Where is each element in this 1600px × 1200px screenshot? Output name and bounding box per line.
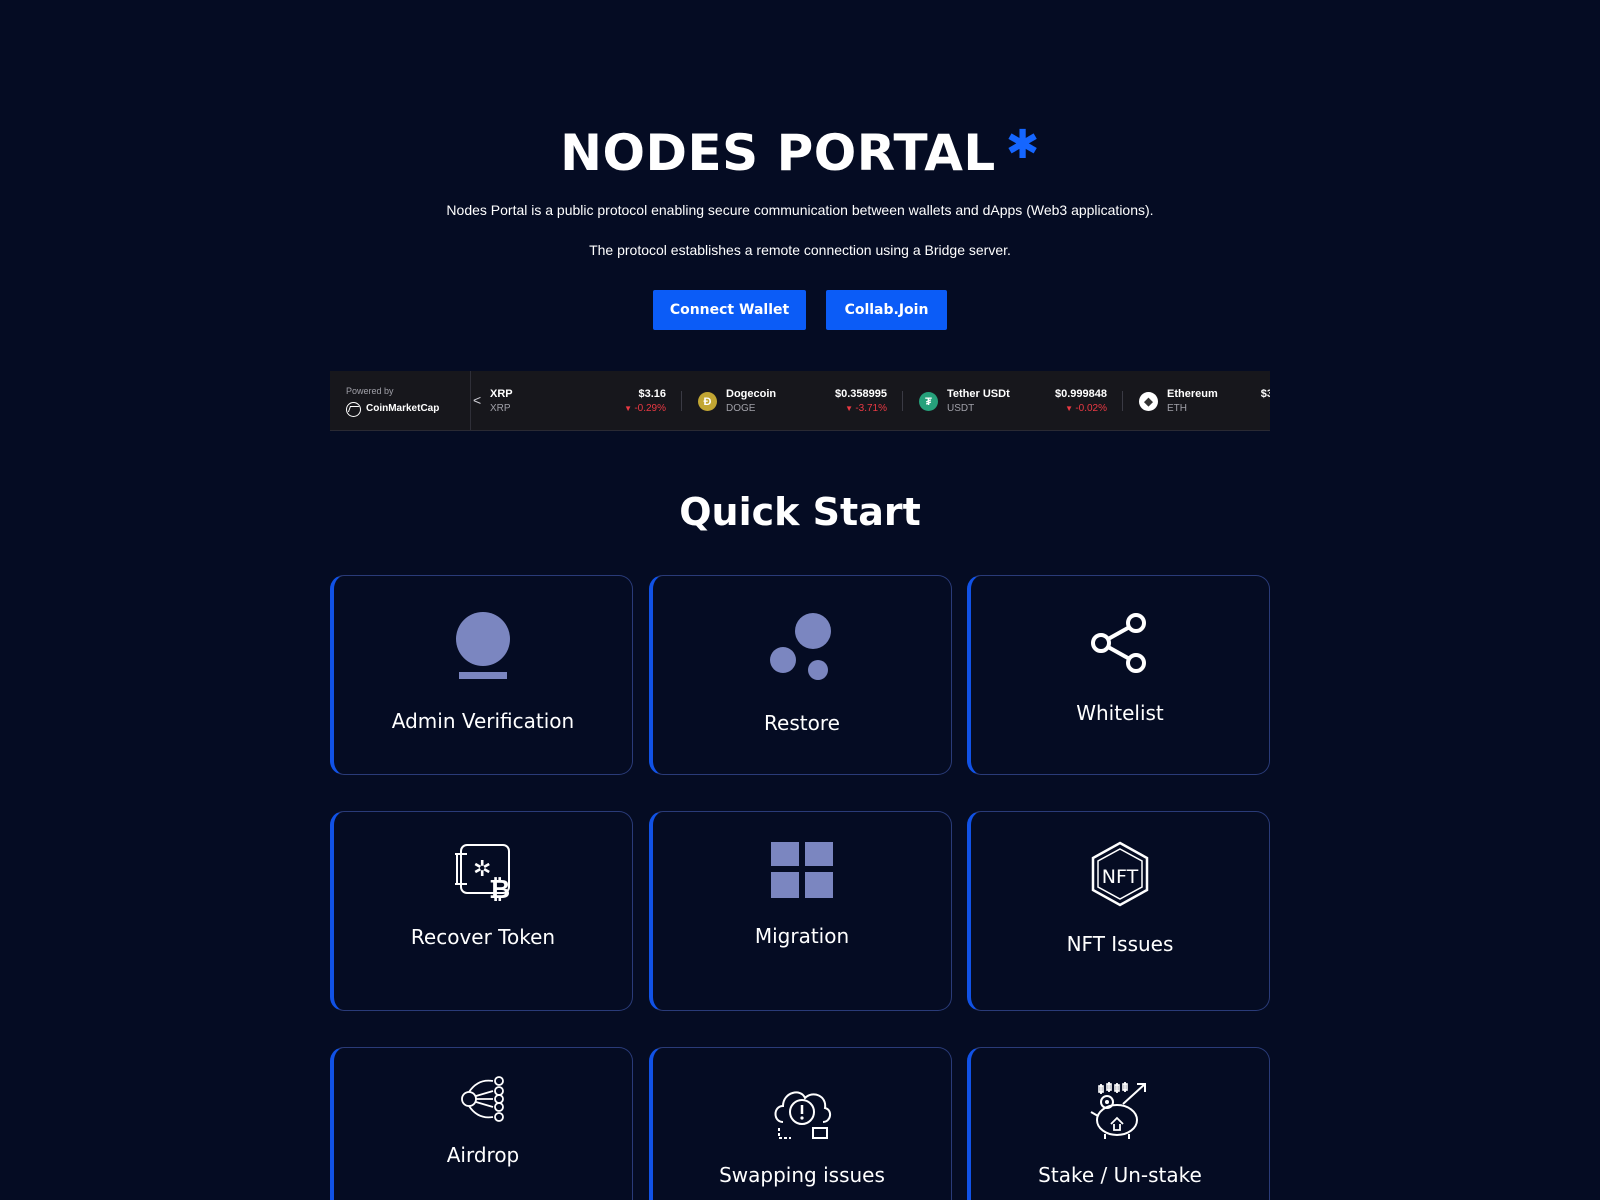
description-line-2: The protocol establishes a remote connec… — [589, 242, 1011, 258]
coin-name: Tether USDt — [947, 388, 1010, 400]
ethereum-icon: ◆ — [1139, 392, 1158, 411]
coin-price: $0.999848 — [1055, 388, 1107, 400]
card-restore[interactable]: Restore — [649, 575, 952, 775]
tether-icon: ₮ — [919, 392, 938, 411]
card-nft-issues[interactable]: NFT NFT Issues — [967, 811, 1270, 1011]
airdrop-icon — [461, 1076, 504, 1122]
coin-name: Dogecoin — [726, 388, 777, 400]
piggy-stake-icon — [1090, 1082, 1146, 1139]
ticker-coin-xrp[interactable]: XRP XRP $3.16 -0.29% — [490, 371, 682, 430]
share-icon — [1091, 613, 1146, 673]
card-migration[interactable]: Migration — [649, 811, 952, 1011]
powered-by-label: Powered by — [346, 386, 394, 396]
card-label: Admin Verification — [391, 709, 575, 733]
grid-icon — [771, 842, 833, 898]
chevron-left-icon[interactable]: < — [473, 392, 481, 408]
card-airdrop[interactable]: Airdrop — [330, 1047, 633, 1200]
coin-name: XRP — [490, 388, 513, 400]
bubbles-icon — [770, 613, 831, 680]
provider-name: CoinMarketCap — [366, 403, 440, 414]
coin-symbol: XRP — [490, 403, 511, 414]
coin-price: $3.16 — [638, 388, 666, 400]
coin-price: $0.358995 — [835, 388, 887, 400]
card-label: Airdrop — [446, 1143, 520, 1167]
asterisk-icon: ✱ — [1005, 122, 1040, 168]
dogecoin-icon: Ð — [698, 392, 717, 411]
card-swapping-issues[interactable]: Swapping issues — [649, 1047, 952, 1200]
card-label: Stake / Un-stake — [1038, 1163, 1202, 1187]
ticker-coin-tether[interactable]: ₮ Tether USDt USDT $0.999848 -0.02% — [903, 371, 1123, 430]
coin-symbol: USDT — [947, 403, 975, 414]
quick-start-title: Quick Start — [679, 490, 921, 534]
card-label: NFT Issues — [1066, 932, 1174, 956]
coinmarketcap-logo-icon — [346, 402, 361, 417]
coin-change: -0.02% — [1065, 403, 1107, 414]
coin-change: -3.71% — [845, 403, 887, 414]
user-icon — [456, 612, 510, 679]
ticker-coin-dogecoin[interactable]: Ð Dogecoin DOGE $0.358995 -3.71% — [682, 371, 903, 430]
collab-join-button[interactable]: Collab.Join — [826, 290, 947, 330]
coin-symbol: DOGE — [726, 403, 756, 414]
connect-wallet-button[interactable]: Connect Wallet — [653, 290, 806, 330]
card-label: Recover Token — [410, 925, 556, 949]
card-admin-verification[interactable]: Admin Verification — [330, 575, 633, 775]
cloud-alert-icon — [774, 1091, 831, 1139]
ticker-coin-ethereum[interactable]: ◆ Ethereum ETH $3 — [1123, 371, 1270, 430]
coin-name: Ethereum — [1167, 388, 1218, 400]
price-ticker: Powered by CoinMarketCap < XRP XRP $3.16… — [330, 371, 1270, 431]
coin-change: -0.29% — [624, 403, 666, 414]
nft-icon: NFT — [1091, 841, 1149, 907]
card-label: Whitelist — [1076, 701, 1164, 725]
svg-text:NFT: NFT — [1102, 866, 1139, 888]
card-whitelist[interactable]: Whitelist — [967, 575, 1270, 775]
bitcoin-recover-icon: ✲ ₿ — [455, 844, 510, 902]
card-label: Migration — [754, 924, 850, 948]
card-label: Swapping issues — [719, 1163, 885, 1187]
description-line-1: Nodes Portal is a public protocol enabli… — [446, 202, 1154, 218]
svg-text:₿: ₿ — [489, 875, 510, 902]
card-recover-token[interactable]: ✲ ₿ Recover Token — [330, 811, 633, 1011]
coin-price: $3 — [1260, 388, 1270, 400]
coin-symbol: ETH — [1167, 403, 1187, 414]
card-label: Restore — [764, 711, 840, 735]
page-title: NODES PORTAL ✱ — [560, 122, 1040, 182]
ticker-brand[interactable]: Powered by CoinMarketCap — [330, 371, 471, 430]
card-stake-unstake[interactable]: Stake / Un-stake — [967, 1047, 1270, 1200]
